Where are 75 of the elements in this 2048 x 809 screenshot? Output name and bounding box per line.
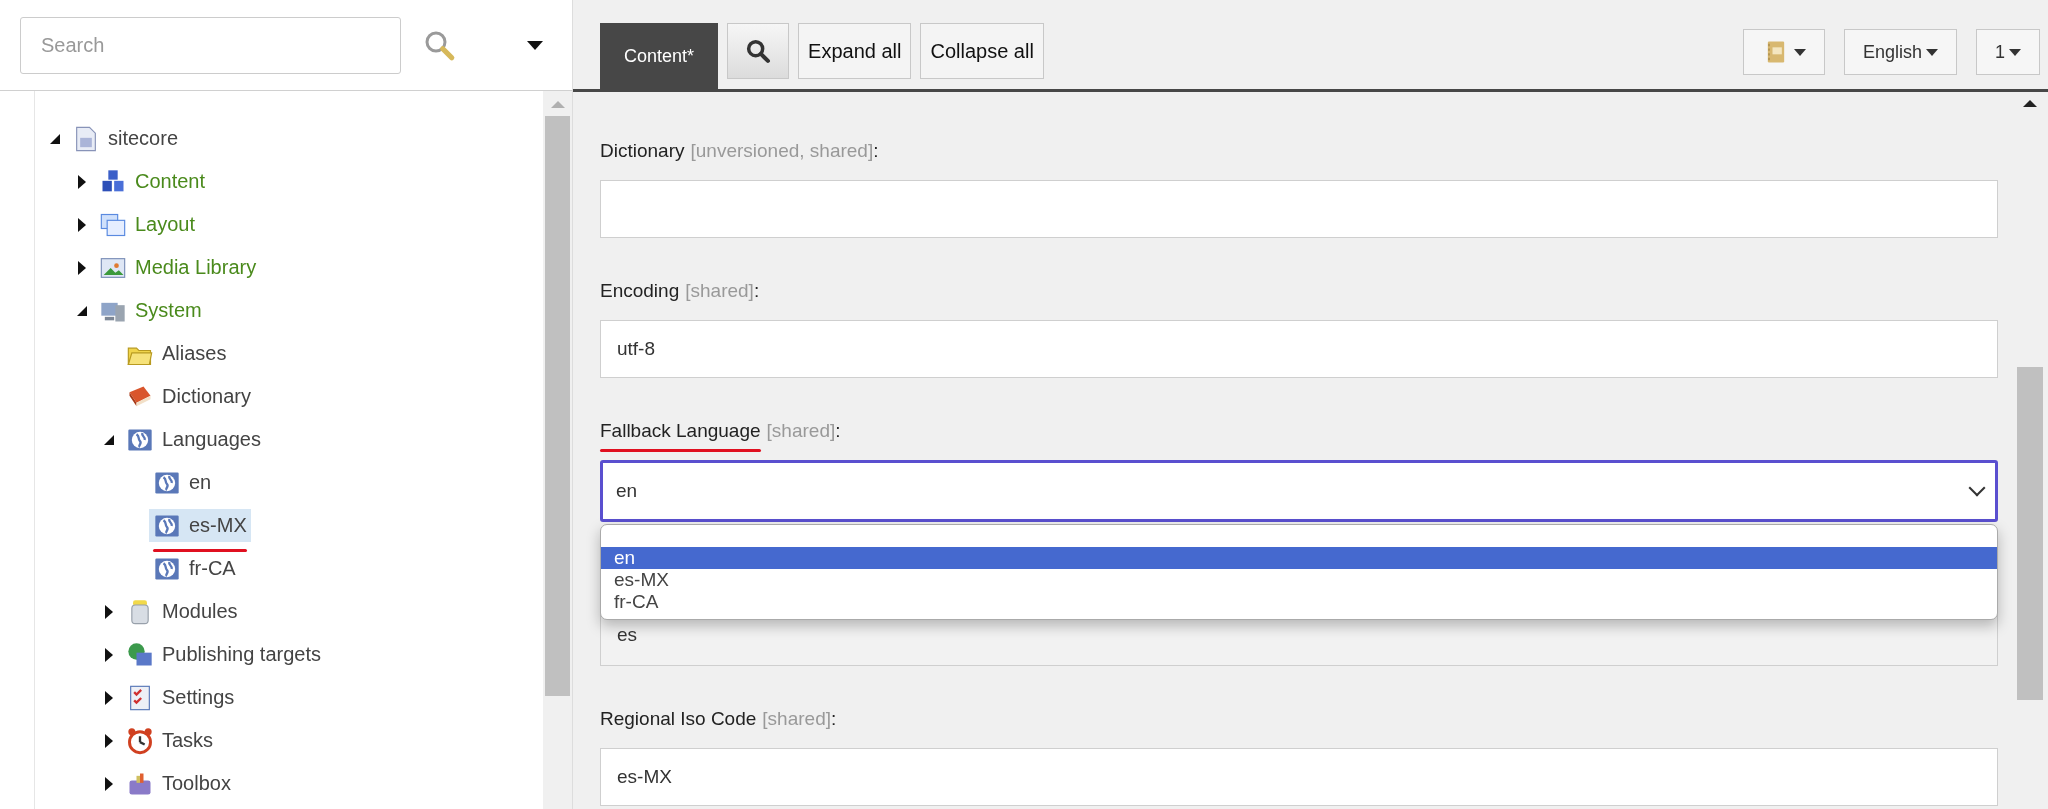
- field-label: Regional Iso Code: [600, 708, 757, 729]
- toolbar-button[interactable]: Collapse all: [920, 23, 1044, 79]
- expand-arrow-icon[interactable]: [104, 604, 113, 619]
- tree-item[interactable]: System: [95, 294, 206, 327]
- expand-arrow-icon[interactable]: [77, 217, 86, 232]
- tree-item[interactable]: en: [149, 466, 216, 499]
- tree-item[interactable]: sitecore: [68, 122, 183, 155]
- expand-arrow-icon[interactable]: [104, 647, 113, 662]
- field-hint: [shared]: [685, 280, 754, 302]
- colon: :: [753, 280, 760, 302]
- tree-item-label: Dictionary: [162, 385, 251, 408]
- field-label: Dictionary: [600, 140, 685, 161]
- tree-item-label: Publishing targets: [162, 643, 321, 666]
- expand-arrow-icon[interactable]: [104, 690, 113, 705]
- expand-arrow-icon[interactable]: [104, 776, 113, 791]
- field-hint: [shared]: [762, 708, 831, 730]
- tree-item-label: Languages: [162, 428, 261, 451]
- expand-arrow-icon[interactable]: [77, 260, 86, 275]
- tree-item[interactable]: Languages: [122, 423, 265, 456]
- dropdown-caret-icon[interactable]: [527, 40, 543, 50]
- tab[interactable]: Content*: [600, 23, 719, 89]
- text-field[interactable]: [600, 180, 1998, 238]
- tree-item[interactable]: fr-CA: [149, 552, 240, 585]
- scrollbar[interactable]: [543, 91, 572, 809]
- tree-item-label: Toolbox: [162, 772, 231, 795]
- tree-item-label: es-MX: [189, 514, 247, 537]
- tree-item[interactable]: Modules: [122, 595, 242, 628]
- tree-item-label: Layout: [135, 213, 196, 236]
- tree-item-label: fr-CA: [189, 557, 236, 580]
- tree-item-label: en: [189, 471, 212, 494]
- tree-item[interactable]: Dictionary: [122, 380, 255, 413]
- search-button[interactable]: [727, 23, 790, 79]
- caret-icon: [1926, 48, 1938, 56]
- dropdown-button[interactable]: 1: [1976, 29, 2040, 75]
- colon: :: [873, 140, 879, 162]
- tree-item[interactable]: Content: [95, 165, 210, 198]
- dropdown-option[interactable]: es-MX: [601, 569, 1997, 591]
- tree-item[interactable]: Settings: [122, 681, 239, 714]
- tree-item-label: Modules: [162, 600, 238, 623]
- collapse-arrow-icon[interactable]: [76, 305, 87, 316]
- tree-item[interactable]: Aliases: [122, 337, 231, 370]
- tree-item-label: Media Library: [135, 256, 257, 279]
- dropdown-button[interactable]: English: [1843, 29, 1957, 75]
- alarm-clock-icon: [126, 726, 154, 755]
- dropdown-option[interactable]: en: [601, 547, 1997, 569]
- collapse-arrow-icon[interactable]: [103, 434, 114, 445]
- expand-arrow-icon[interactable]: [77, 174, 86, 189]
- caret-icon: [2009, 48, 2021, 56]
- field-label: Fallback Language: [600, 420, 761, 441]
- tree-item-label: sitecore: [108, 127, 179, 150]
- scroll-up-icon[interactable]: [2023, 100, 2037, 107]
- field-hint: [shared]: [766, 420, 836, 442]
- expand-arrow-icon[interactable]: [104, 733, 113, 748]
- toolbar-button[interactable]: Expand all: [798, 23, 912, 79]
- tree-item-label: Content: [135, 170, 206, 193]
- search-icon: [744, 37, 773, 65]
- text-field[interactable]: es-MX: [600, 748, 1998, 806]
- field-label: Encoding: [600, 280, 680, 301]
- tree-item-label: Aliases: [162, 342, 227, 365]
- colon: :: [831, 708, 837, 730]
- search-field[interactable]: Search: [20, 16, 401, 74]
- tree-item[interactable]: Toolbox: [122, 767, 235, 800]
- caret-icon: [1793, 48, 1806, 56]
- select-field[interactable]: en: [600, 460, 1998, 522]
- tree-item-label: System: [135, 299, 202, 322]
- colon: :: [835, 420, 841, 442]
- collapse-arrow-icon[interactable]: [49, 133, 60, 144]
- tree-item[interactable]: Tasks: [122, 724, 218, 757]
- text-field[interactable]: utf-8: [600, 320, 1998, 378]
- tree-item[interactable]: Publishing targets: [122, 638, 325, 671]
- tree-item-label: Settings: [162, 686, 235, 709]
- tree-item-label: Tasks: [162, 729, 214, 752]
- field-hint: [unversioned, shared]: [690, 140, 874, 162]
- tree-item[interactable]: Layout: [95, 208, 200, 241]
- tree-item[interactable]: Media Library: [95, 251, 261, 284]
